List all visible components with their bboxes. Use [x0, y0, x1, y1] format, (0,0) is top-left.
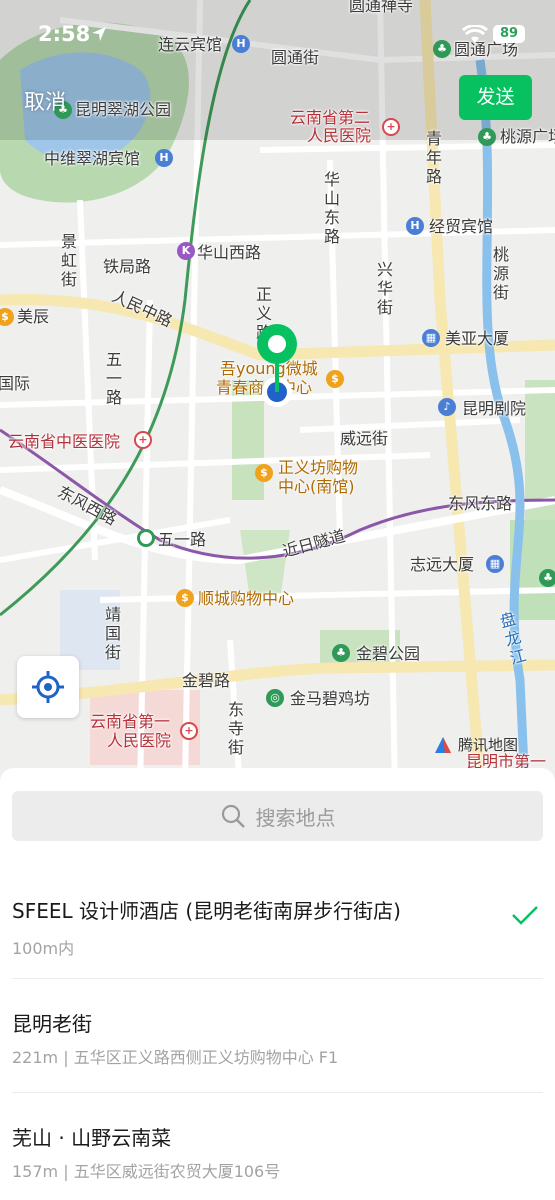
- result-item[interactable]: 昆明老街 221m | 五华区正义路西侧正义坊购物中心 F1: [12, 978, 543, 1093]
- map-label: 云南省中医医院: [8, 432, 121, 451]
- hospital-icon: +: [180, 722, 198, 740]
- result-item[interactable]: SFEEL 设计师酒店 (昆明老街南屏步行街店) 100m内: [12, 874, 543, 979]
- map-label: 人民医院: [107, 731, 172, 750]
- map-label: 靖国街: [104, 605, 121, 662]
- hotel-icon: H: [406, 217, 424, 235]
- map-label: 云南省第一: [90, 712, 171, 731]
- map-label: 青年路: [425, 129, 442, 186]
- map-label: 美辰: [17, 307, 50, 326]
- result-name: 芜山 · 山野云南菜: [12, 1126, 172, 1150]
- search-placeholder: 搜索地点: [255, 805, 336, 830]
- map-label: 中维翠湖宾馆: [44, 149, 141, 168]
- shop-icon: $: [255, 464, 273, 482]
- map-label: 人民医院: [307, 126, 372, 145]
- shop-icon: $: [176, 589, 194, 607]
- map-label: 昆明剧院: [462, 399, 527, 418]
- map-label: 东风东路: [448, 494, 513, 513]
- map-label: 华山东路: [323, 170, 340, 246]
- map-label: 经贸宾馆: [429, 217, 494, 236]
- location-services-icon: [92, 27, 106, 41]
- map-label: 顺城购物中心: [198, 589, 295, 608]
- crosshair-icon: [32, 671, 64, 703]
- result-item[interactable]: 芜山 · 山野云南菜 157m | 五华区威远街农贸大厦106号: [12, 1092, 543, 1200]
- result-name: 昆明老街: [12, 1012, 92, 1036]
- map-label: 威远街: [340, 429, 389, 448]
- map-label: 正义坊购物: [278, 458, 359, 477]
- park-icon: ♣: [332, 644, 350, 662]
- park-icon: ♣: [478, 128, 496, 146]
- map-label: 金碧公园: [356, 644, 421, 663]
- battery-indicator: 89: [493, 25, 525, 43]
- building-icon: ▦: [486, 555, 504, 573]
- map-label: 中心(南馆): [278, 477, 355, 496]
- map-label: 铁局路: [103, 257, 152, 276]
- map-label: 五一路: [158, 530, 207, 549]
- map-label: 金碧路: [182, 671, 231, 690]
- search-icon: [221, 804, 245, 828]
- map-label: 兴华街: [376, 260, 393, 317]
- theater-icon: ♪: [438, 398, 456, 416]
- result-detail: 221m | 五华区正义路西侧正义坊购物中心 F1: [12, 1048, 339, 1067]
- building-icon: ▦: [422, 329, 440, 347]
- status-time: 2:58: [38, 22, 91, 46]
- map-label: 昆明翠湖公园: [75, 100, 172, 119]
- result-detail: 100m内: [12, 939, 75, 958]
- hospital-icon: +: [134, 431, 152, 449]
- shop-icon: $: [326, 370, 344, 388]
- result-detail: 157m | 五华区威远街农贸大厦106号: [12, 1162, 281, 1181]
- map-label: 景虹街: [60, 232, 77, 289]
- tencent-map-logo-icon: [435, 736, 451, 753]
- map-label: 桃源街: [492, 245, 509, 302]
- hospital-icon: +: [382, 118, 400, 136]
- hotel-icon: H: [155, 149, 173, 167]
- metro-station-icon: [137, 529, 155, 547]
- map-label: 五一路: [105, 350, 122, 407]
- search-input[interactable]: 搜索地点: [12, 791, 543, 841]
- map-label: 金马碧鸡坊: [290, 689, 371, 708]
- map-label: 云南省第二: [290, 108, 371, 127]
- location-sheet: 搜索地点 SFEEL 设计师酒店 (昆明老街南屏步行街店) 100m内 昆明老街…: [0, 768, 555, 1200]
- send-button[interactable]: 发送: [459, 75, 532, 120]
- wifi-icon: [462, 25, 488, 43]
- park-icon: ♣: [539, 569, 555, 587]
- locate-me-button[interactable]: [17, 656, 79, 718]
- map-attribution: 腾讯地图: [433, 734, 518, 755]
- map-label: 华山西路: [197, 243, 262, 262]
- map-label: 美亚大厦: [445, 329, 510, 348]
- location-pin-icon[interactable]: [250, 320, 310, 415]
- metro-station-icon: K: [177, 242, 195, 260]
- result-name: SFEEL 设计师酒店 (昆明老街南屏步行街店): [12, 899, 401, 923]
- landmark-icon: ◎: [266, 689, 284, 707]
- map-label: 志远大厦: [410, 555, 475, 574]
- map-label: 东寺街: [227, 700, 244, 757]
- map-label: 国际: [0, 374, 31, 393]
- checkmark-icon: [512, 906, 538, 925]
- cancel-button[interactable]: 取消: [24, 86, 66, 116]
- status-bar: 2:58 89: [0, 0, 555, 70]
- map-label: 桃源广场: [500, 127, 555, 146]
